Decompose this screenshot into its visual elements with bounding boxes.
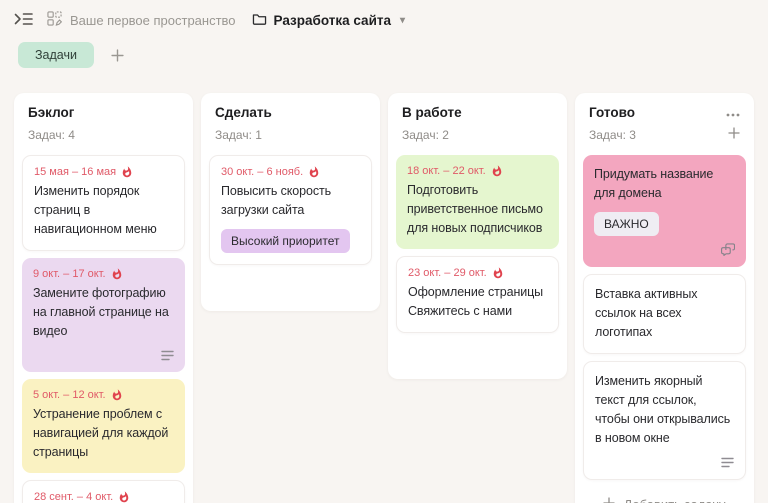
flame-icon: [118, 491, 130, 503]
card-date-range: 18 окт. – 22 окт.: [407, 165, 486, 177]
workspace-name: Ваше первое пространство: [70, 13, 236, 28]
column-title: Сделать: [215, 105, 272, 120]
column-header: В работе Задач: 2: [396, 104, 559, 142]
project-name: Разработка сайта: [274, 13, 391, 28]
task-card[interactable]: 23 окт. – 29 окт. Оформление страницы Свя…: [396, 256, 559, 333]
add-task-label: Добавить задачу: [623, 497, 725, 503]
kanban-column: Готово Задач: 3 Придумать название для дом…: [575, 93, 754, 503]
folder-icon: [252, 12, 267, 28]
card-title: Оформление страницы Свяжитесь с нами: [408, 283, 547, 321]
card-date-range: 5 окт. – 12 окт.: [33, 389, 106, 401]
card-title: Устранение проблем с навигацией для кажд…: [33, 405, 174, 462]
task-card[interactable]: Вставка активных ссылок на всех логотипа…: [583, 274, 746, 354]
add-tab-button[interactable]: [111, 49, 124, 62]
card-date-range: 30 окт. – 6 нояб.: [221, 166, 303, 178]
task-card[interactable]: Придумать название для домена ВАЖНО: [583, 155, 746, 267]
card-dates-row: 23 окт. – 29 окт.: [408, 267, 547, 279]
column-menu-button[interactable]: [726, 105, 740, 120]
sidebar-toggle-button[interactable]: [14, 12, 33, 29]
card-footer: [33, 348, 174, 361]
card-title: Вставка активных ссылок на всех логотипа…: [595, 285, 734, 342]
task-card[interactable]: Изменить якорный текст для ссылок, чтобы…: [583, 361, 746, 480]
breadcrumb-workspace[interactable]: Ваше первое пространство: [47, 11, 236, 29]
flame-icon: [491, 165, 503, 177]
column-title: Готово: [589, 105, 635, 120]
column-task-count: Задач: 1: [215, 128, 262, 142]
card-footer: [594, 243, 735, 256]
card-title: Изменить якорный текст для ссылок, чтобы…: [595, 372, 734, 448]
add-task-button[interactable]: Добавить задачу: [583, 490, 746, 503]
comment-icon: [721, 243, 735, 256]
column-header: Сделать Задач: 1: [209, 104, 372, 142]
card-dates-row: 5 окт. – 12 окт.: [33, 389, 174, 401]
view-tabs: Задачи: [0, 36, 768, 68]
sidebar-expand-icon: [14, 12, 33, 29]
flame-icon: [492, 267, 504, 279]
card-footer: [595, 455, 734, 468]
card-date-range: 28 сент. – 4 окт.: [34, 491, 113, 503]
task-card[interactable]: 30 окт. – 6 нояб. Повысить скорость загру…: [209, 155, 372, 265]
card-dates-row: 28 сент. – 4 окт.: [34, 491, 173, 503]
plus-icon: [603, 497, 615, 503]
flame-icon: [308, 166, 320, 178]
workspace-icon: [47, 11, 62, 29]
kanban-column: Бэклог Задач: 4 15 мая – 16 мая Изменить по…: [14, 93, 193, 503]
kanban-column: Сделать Задач: 1 30 окт. – 6 нояб. Повысить…: [201, 93, 380, 311]
kanban-column: В работе Задач: 2 18 окт. – 22 окт. Подгото…: [388, 93, 567, 379]
task-card[interactable]: 28 сент. – 4 окт.Отредактировать сообщен…: [22, 480, 185, 503]
task-card[interactable]: 5 окт. – 12 окт. Устранение проблем с нав…: [22, 379, 185, 473]
column-add-button[interactable]: [728, 127, 740, 142]
card-title: Повысить скорость загрузки сайта: [221, 182, 360, 220]
column-header: Готово Задач: 3: [583, 104, 746, 142]
priority-label: ВАЖНО: [594, 212, 659, 236]
card-dates-row: 30 окт. – 6 нояб.: [221, 166, 360, 178]
task-card[interactable]: 15 мая – 16 мая Изменить порядок страниц …: [22, 155, 185, 251]
column-title: В работе: [402, 105, 462, 120]
plus-icon: [728, 127, 740, 142]
card-dates-row: 15 мая – 16 мая: [34, 166, 173, 178]
task-card[interactable]: 18 окт. – 22 окт. Подготовить приветствен…: [396, 155, 559, 249]
chevron-down-icon: ▾: [400, 15, 405, 26]
card-list: Придумать название для домена ВАЖНО Вставк…: [583, 155, 746, 480]
card-date-range: 23 окт. – 29 окт.: [408, 267, 487, 279]
card-list: 15 мая – 16 мая Изменить порядок страниц …: [22, 155, 185, 503]
flame-icon: [121, 166, 133, 178]
card-date-range: 15 мая – 16 мая: [34, 166, 116, 178]
task-card[interactable]: 9 окт. – 17 окт. Замените фотографию на г…: [22, 258, 185, 372]
card-title: Подготовить приветственное письмо для но…: [407, 181, 548, 238]
project-selector[interactable]: Разработка сайта ▾: [252, 12, 405, 28]
card-dates-row: 9 окт. – 17 окт.: [33, 268, 174, 280]
description-icon: [721, 455, 734, 468]
flame-icon: [111, 389, 123, 401]
card-date-range: 9 окт. – 17 окт.: [33, 268, 106, 280]
flame-icon: [111, 268, 123, 280]
priority-label: Высокий приоритет: [221, 229, 350, 253]
column-task-count: Задач: 2: [402, 128, 449, 142]
column-header: Бэклог Задач: 4: [22, 104, 185, 142]
card-title: Придумать название для домена: [594, 165, 735, 203]
column-task-count: Задач: 4: [28, 128, 75, 142]
card-title: Изменить порядок страниц в навигационном…: [34, 182, 173, 239]
more-options-icon: [726, 105, 740, 120]
top-bar: Ваше первое пространство Разработка сайт…: [0, 0, 768, 36]
card-list: 30 окт. – 6 нояб. Повысить скорость загру…: [209, 155, 372, 265]
column-task-count: Задач: 3: [589, 128, 636, 142]
kanban-board: Бэклог Задач: 4 15 мая – 16 мая Изменить по…: [0, 68, 768, 503]
tab-tasks[interactable]: Задачи: [18, 42, 94, 68]
column-title: Бэклог: [28, 105, 74, 120]
card-dates-row: 18 окт. – 22 окт.: [407, 165, 548, 177]
card-list: 18 окт. – 22 окт. Подготовить приветствен…: [396, 155, 559, 333]
card-title: Замените фотографию на главной странице …: [33, 284, 174, 341]
description-icon: [161, 348, 174, 361]
